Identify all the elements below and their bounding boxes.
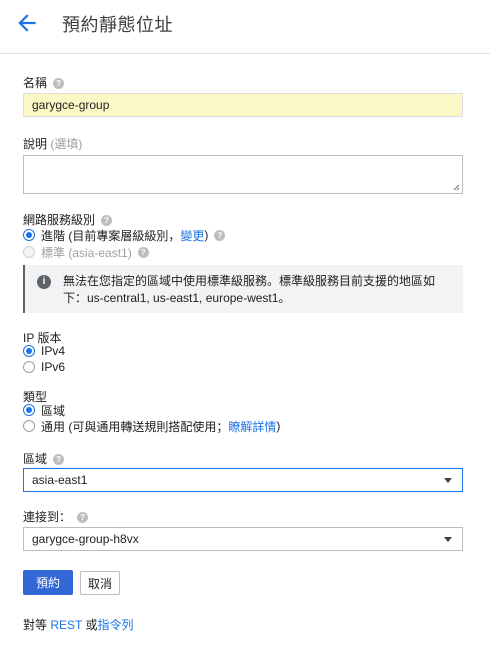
learn-more-link[interactable]: 瞭解詳情 — [228, 418, 276, 435]
radio-premium-tier[interactable]: 進階 (目前專案層級級別， 變更)? — [23, 227, 226, 244]
region-label: 區域? — [23, 450, 65, 467]
header: 預約靜態位址 — [0, 0, 490, 54]
help-icon[interactable]: ? — [53, 454, 65, 466]
attached-to-value: garygce-group-h8vx — [32, 532, 139, 546]
radio-button[interactable] — [23, 420, 35, 432]
footer-prefix: 對等 — [23, 618, 51, 632]
help-icon[interactable]: ? — [77, 512, 89, 524]
help-icon[interactable]: ? — [137, 246, 149, 258]
attached-to-select[interactable]: garygce-group-h8vx — [23, 527, 463, 551]
name-label: 名稱? — [23, 74, 65, 91]
rest-link[interactable]: REST — [50, 618, 82, 632]
radio-global[interactable]: 通用 (可與通用轉送規則搭配使用； 瞭解詳情) — [23, 418, 280, 434]
description-label: 說明 (選填) — [23, 135, 82, 152]
region-value: asia-east1 — [32, 473, 88, 487]
help-icon[interactable]: ? — [53, 78, 65, 90]
regional-text: 區域 — [41, 403, 66, 418]
info-message: 無法在您指定的區域中使用標準級服務。標準級服務目前支援的地區如下：us-cent… — [63, 274, 436, 305]
region-label-text: 區域 — [23, 452, 48, 466]
resize-grip-icon[interactable] — [453, 184, 460, 191]
ipv6-text: IPv6 — [41, 360, 66, 374]
radio-button[interactable] — [23, 345, 35, 357]
radio-button[interactable] — [23, 229, 35, 241]
name-label-text: 名稱 — [23, 76, 48, 90]
global-text: 通用 (可與通用轉送規則搭配使用； — [41, 419, 229, 434]
command-line-link[interactable]: 指令列 — [97, 618, 133, 632]
description-textarea[interactable] — [23, 155, 463, 194]
global-suffix: ) — [276, 419, 281, 433]
attached-to-label-text: 連接到： — [23, 510, 72, 524]
name-input[interactable]: garygce-group — [23, 93, 463, 117]
region-select[interactable]: asia-east1 — [23, 468, 463, 492]
help-icon[interactable]: ? — [214, 229, 226, 241]
dropdown-arrow-icon — [444, 537, 452, 542]
radio-button — [23, 246, 35, 258]
back-arrow-icon[interactable] — [14, 10, 40, 36]
network-tier-label: 網路服務級別? — [23, 211, 113, 228]
radio-button[interactable] — [23, 361, 35, 373]
radio-standard-tier: 標準 (asia-east1)? — [23, 244, 149, 260]
network-tier-label-text: 網路服務級別 — [23, 213, 96, 227]
radio-ipv6[interactable]: IPv6 — [23, 359, 65, 375]
equivalent-links: 對等 REST 或指令列 — [23, 616, 134, 633]
description-label-text: 說明 — [23, 137, 48, 151]
attached-to-label: 連接到：? — [23, 508, 89, 525]
radio-ipv4[interactable]: IPv4 — [23, 343, 65, 359]
change-link[interactable]: 變更 — [180, 227, 204, 244]
help-icon[interactable]: ? — [101, 215, 113, 227]
info-message-box: i 無法在您指定的區域中使用標準級服務。標準級服務目前支援的地區如下：us-ce… — [23, 265, 463, 313]
radio-regional[interactable]: 區域 — [23, 402, 65, 418]
info-icon: i — [37, 275, 51, 289]
radio-button[interactable] — [23, 404, 35, 416]
standard-tier-text: 標準 (asia-east1) — [41, 245, 132, 260]
ipv4-text: IPv4 — [41, 344, 66, 358]
footer-middle: 或 — [82, 618, 98, 632]
dropdown-arrow-icon — [444, 478, 452, 483]
premium-tier-suffix: ) — [204, 228, 209, 242]
reserve-button[interactable]: 預約 — [23, 570, 73, 595]
premium-tier-text: 進階 (目前專案層級級別， — [41, 228, 181, 243]
cancel-button[interactable]: 取消 — [80, 571, 120, 595]
optional-hint: (選填) — [50, 137, 83, 151]
page-title: 預約靜態位址 — [62, 15, 173, 35]
